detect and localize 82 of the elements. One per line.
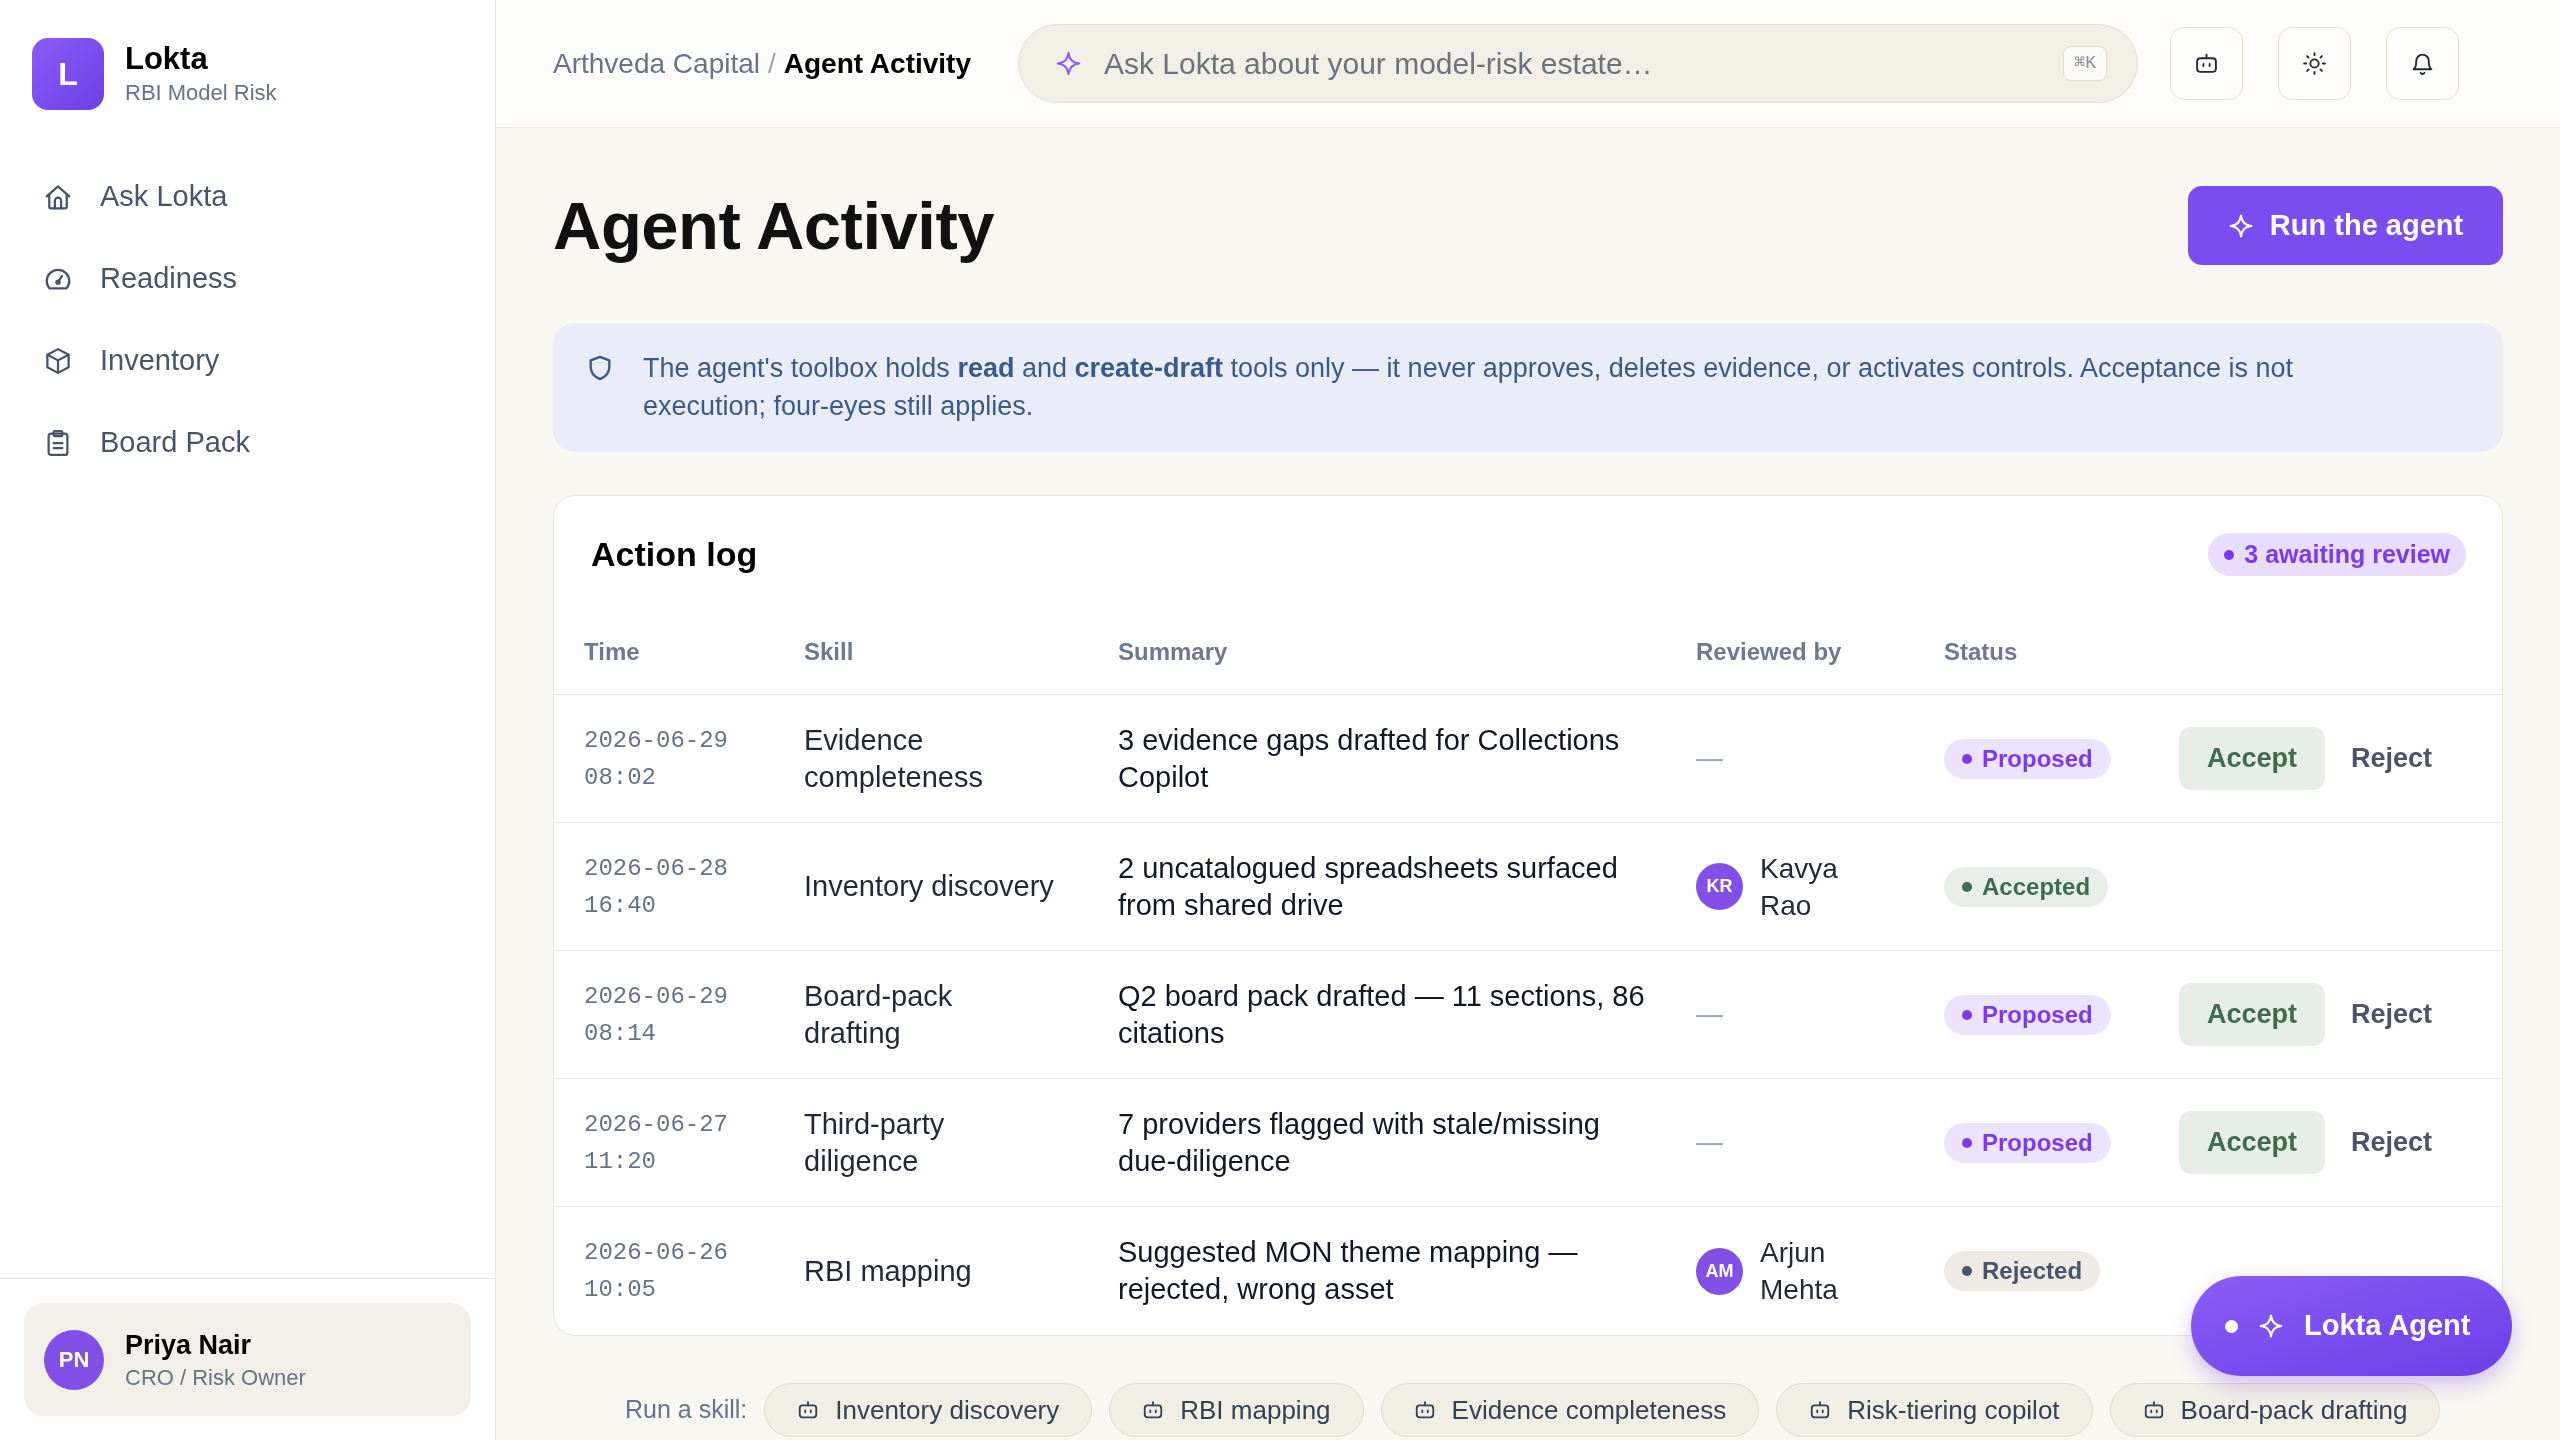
lokta-agent-button[interactable]: Lokta Agent xyxy=(2191,1276,2512,1376)
home-icon xyxy=(43,182,73,212)
reviewer-name: Kavya Rao xyxy=(1760,851,1839,923)
sparkle-icon xyxy=(1055,50,1082,77)
notice-text: The agent's toolbox holds read and create-draft tools only — it never approves, deletes evidence, or activates controls. Acceptance is not execution; four-eyes still applies. xyxy=(643,352,2295,423)
reject-button[interactable]: Reject xyxy=(2351,1122,2433,1163)
skill-cell-text: Third-party diligence xyxy=(804,1106,946,1179)
breadcrumb-link[interactable]: Arthveda Capital xyxy=(553,42,760,85)
column-header: Skill xyxy=(804,636,854,667)
user-role: CRO / Risk Owner xyxy=(125,1363,306,1392)
summary-cell-text: 3 evidence gaps drafted for Collections Copilot xyxy=(1118,722,1621,795)
summary-cell-text: Q2 board pack drafted — 11 sections, 86 citations xyxy=(1118,978,1646,1051)
agent-button[interactable] xyxy=(2170,27,2243,100)
robot-icon xyxy=(1809,1399,1832,1421)
reviewer-name: Arjun Mehta xyxy=(1760,1236,1839,1307)
summary-cell-text: 2 uncatalogued spreadsheets surfaced from shared drive xyxy=(1118,850,1619,923)
nav-item[interactable]: Board Pack xyxy=(43,411,250,475)
skill-cell-text: Evidence completeness xyxy=(804,722,984,795)
sparkle-icon xyxy=(2258,1313,2284,1339)
skill-chip[interactable]: RBI mapping xyxy=(1109,1383,1364,1437)
status-text: Rejected xyxy=(1982,1256,2083,1286)
brand-subtitle: RBI Model Risk xyxy=(125,79,277,107)
skill-chip[interactable]: Board-pack drafting xyxy=(2109,1383,2441,1437)
brand-name: Lokta xyxy=(125,40,209,78)
robot-icon xyxy=(1142,1399,1165,1421)
column-header: Summary xyxy=(1118,636,1228,667)
skill-chip[interactable]: Inventory discovery xyxy=(764,1383,1093,1437)
breadcrumb-separator: / xyxy=(768,46,776,81)
status-text: Proposed xyxy=(1982,1127,2093,1158)
robot-icon xyxy=(1413,1399,1436,1421)
robot-icon xyxy=(2142,1399,2165,1421)
reviewer-avatar: KR xyxy=(1696,863,1743,910)
reject-button[interactable]: Reject xyxy=(2351,738,2433,779)
skill-cell-text: Inventory discovery xyxy=(804,869,1055,904)
notifications-button[interactable] xyxy=(2386,27,2459,100)
status-text: Accepted xyxy=(1982,871,2091,902)
reviewer-cell-text: — xyxy=(1696,1126,1723,1160)
accept-button[interactable]: Accept xyxy=(2179,983,2325,1046)
nav-item[interactable]: Ask Lokta xyxy=(43,165,228,229)
shortcut-key: ⌘K xyxy=(2063,46,2107,81)
reviewer-cell-text: — xyxy=(1696,742,1723,776)
review-count-text: 3 awaiting review xyxy=(2244,538,2450,570)
skill-cell-text: RBI mapping xyxy=(804,1253,973,1289)
nav-item[interactable]: Readiness xyxy=(43,247,238,311)
reviewer-cell-text: — xyxy=(1696,998,1723,1032)
page-title: Agent Activity xyxy=(553,187,994,265)
reviewer-avatar: AM xyxy=(1696,1247,1743,1295)
column-header: Reviewed by xyxy=(1696,636,1842,667)
skill-chip[interactable]: Risk-tiering copilot xyxy=(1776,1383,2093,1437)
breadcrumb-current: Agent Activity xyxy=(783,46,971,81)
robot-icon xyxy=(797,1399,820,1421)
logo: L xyxy=(32,38,104,110)
status-text: Proposed xyxy=(1982,743,2093,774)
cube-icon xyxy=(43,346,73,376)
accept-button[interactable]: Accept xyxy=(2179,1111,2325,1174)
column-header: Status xyxy=(1944,636,2018,667)
theme-toggle-button[interactable] xyxy=(2278,27,2351,100)
skill-cell-text: Board-pack drafting xyxy=(804,978,954,1051)
run-agent-button[interactable]: Run the agent xyxy=(2188,186,2503,265)
column-header: Time xyxy=(584,636,640,667)
panel-title: Action log xyxy=(591,534,758,575)
nav-item[interactable]: Inventory xyxy=(43,329,220,393)
time-cell-text: 2026-06-27 11:20 xyxy=(584,1109,730,1177)
time-cell-text: 2026-06-28 16:40 xyxy=(584,853,730,921)
time-cell-text: 2026-06-29 08:02 xyxy=(584,725,730,793)
sun-icon xyxy=(2302,51,2327,76)
robot-icon xyxy=(2194,51,2219,76)
user-name: Priya Nair xyxy=(125,1328,253,1362)
sparkle-icon xyxy=(2227,212,2254,239)
bell-icon xyxy=(2410,51,2435,76)
status-text: Proposed xyxy=(1982,999,2093,1030)
search-input[interactable]: Ask Lokta about your model-risk estate… xyxy=(1104,41,2042,86)
summary-cell-text: Suggested MON theme mapping — rejected, wrong asset xyxy=(1118,1235,1579,1307)
time-cell-text: 2026-06-26 10:05 xyxy=(584,1238,730,1305)
user-card[interactable]: PN Priya Nair CRO / Risk Owner xyxy=(24,1303,471,1416)
reject-button[interactable]: Reject xyxy=(2351,994,2433,1035)
user-avatar: PN xyxy=(44,1329,104,1390)
skill-bar-label: Run a skill: xyxy=(625,1394,748,1426)
summary-cell-text: 7 providers flagged with stale/missing due-diligence xyxy=(1118,1106,1601,1179)
accept-button[interactable]: Accept xyxy=(2179,727,2325,790)
time-cell-text: 2026-06-29 08:14 xyxy=(584,981,730,1049)
skill-chip[interactable]: Evidence completeness xyxy=(1380,1383,1760,1437)
